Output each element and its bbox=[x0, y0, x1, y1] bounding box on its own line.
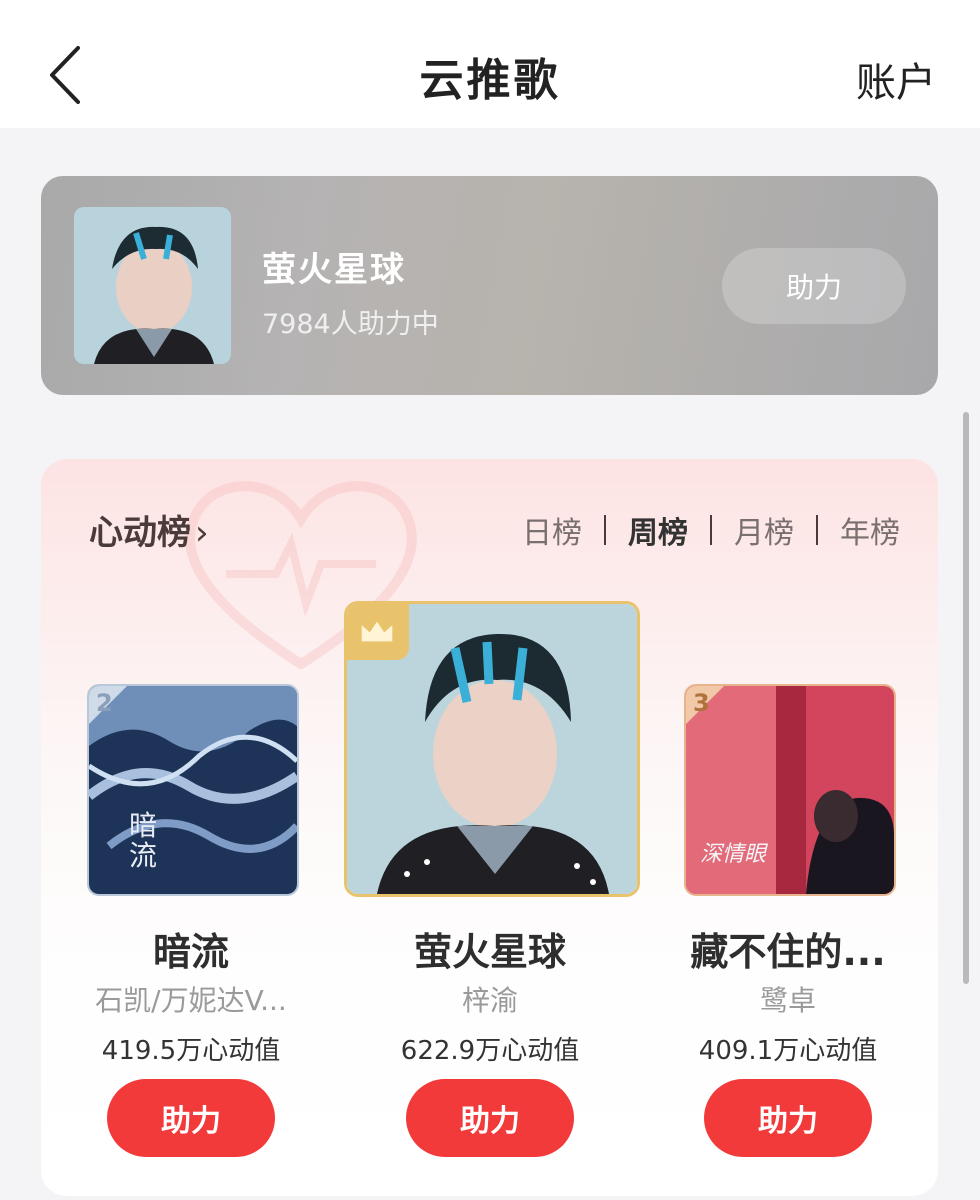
rank-2-badge: 2 bbox=[96, 689, 113, 717]
banner-song-title: 萤火星球 bbox=[262, 250, 406, 290]
banner-supporters-count: 7984人助力中 bbox=[262, 309, 439, 340]
heartbeat-chart-card: 心动榜 › 日榜 周榜 月榜 年榜 2 暗 流 3 深情眼 暗流 石凯/万妮达V… bbox=[41, 459, 938, 1196]
rank-2-cover-text: 暗 流 bbox=[129, 809, 158, 872]
rank-3-cover-text: 深情眼 bbox=[700, 842, 767, 867]
tab-daily[interactable]: 日榜 bbox=[522, 508, 582, 552]
account-button[interactable]: 账户 bbox=[856, 50, 936, 108]
tab-divider bbox=[604, 515, 606, 545]
rank-3-heart-value: 409.1万心动值 bbox=[698, 1036, 878, 1066]
rank-3-badge: 3 bbox=[693, 689, 710, 717]
rank-2-artist: 石凯/万妮达V... bbox=[95, 984, 287, 1017]
tab-divider bbox=[816, 515, 818, 545]
chart-tabs: 日榜 周榜 月榜 年榜 bbox=[522, 508, 900, 552]
song-cover bbox=[74, 207, 231, 364]
rank-1-boost-button[interactable]: 助力 bbox=[406, 1079, 574, 1157]
rank-1-heart-value: 622.9万心动值 bbox=[400, 1036, 580, 1066]
rank-2-song-name: 暗流 bbox=[152, 930, 229, 974]
rank-3-artist: 鹭卓 bbox=[759, 984, 816, 1017]
tab-weekly[interactable]: 周榜 bbox=[628, 508, 688, 552]
rank-2-cover[interactable]: 2 暗 流 bbox=[87, 684, 299, 896]
rank-1-song-name: 萤火星球 bbox=[413, 930, 566, 974]
rank-3-song-name: 藏不住的... bbox=[690, 930, 886, 974]
page-title: 云推歌 bbox=[419, 55, 561, 106]
banner-boost-button[interactable]: 助力 bbox=[722, 248, 906, 324]
rank-1-artist: 梓渝 bbox=[461, 984, 518, 1017]
rank-2-boost-button[interactable]: 助力 bbox=[107, 1079, 275, 1157]
chevron-right-icon: › bbox=[195, 513, 209, 553]
chart-title[interactable]: 心动榜 › bbox=[89, 505, 209, 554]
crown-icon bbox=[361, 621, 393, 642]
tab-monthly[interactable]: 月榜 bbox=[734, 508, 794, 552]
rank-2-heart-value: 419.5万心动值 bbox=[101, 1036, 281, 1066]
rank-1-cover[interactable] bbox=[344, 601, 640, 897]
rank-3-cover[interactable]: 3 深情眼 bbox=[684, 684, 896, 896]
tab-yearly[interactable]: 年榜 bbox=[840, 508, 900, 552]
chart-title-label: 心动榜 bbox=[89, 513, 191, 553]
tab-divider bbox=[710, 515, 712, 545]
rank-3-boost-button[interactable]: 助力 bbox=[704, 1079, 872, 1157]
top-nav: 云推歌 账户 bbox=[0, 0, 980, 128]
scrollbar[interactable] bbox=[963, 412, 969, 984]
